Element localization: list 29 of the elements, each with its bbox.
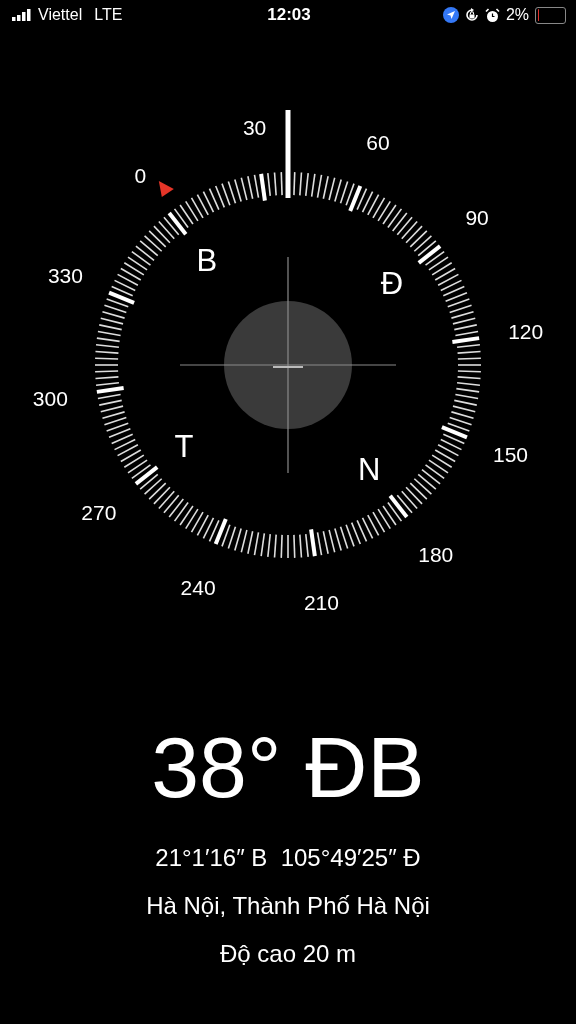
- degree-label: 240: [180, 576, 216, 599]
- heading-reading: 38° ĐB: [151, 722, 425, 812]
- cardinal-direction-label: Đ: [380, 266, 404, 302]
- degree-label: 330: [47, 263, 83, 287]
- battery-percentage: 2%: [505, 6, 529, 24]
- carrier-name: Viettel: [38, 6, 83, 24]
- degree-label: 300: [32, 386, 68, 410]
- alarm-clock-icon: [484, 7, 500, 23]
- degree-label: 270: [81, 501, 117, 525]
- location-name: Hà Nội, Thành Phố Hà Nội: [146, 891, 430, 921]
- cardinal-direction-label: B: [196, 243, 218, 279]
- cardinal-direction-label: T: [174, 428, 194, 464]
- degree-label: 90: [465, 205, 489, 229]
- degree-label: 210: [303, 591, 339, 615]
- cardinal-direction-label: N: [358, 451, 381, 487]
- rotation-lock-icon: [464, 8, 479, 22]
- degree-label: 0: [134, 164, 147, 188]
- network-type: LTE: [94, 6, 123, 24]
- signal-icon: [12, 9, 32, 21]
- degree-label: 180: [418, 542, 454, 566]
- degree-label: 60: [366, 131, 390, 154]
- degree-label: 120: [508, 320, 544, 344]
- degree-label: 30: [242, 115, 267, 139]
- north-marker-icon: [158, 181, 174, 197]
- clock-time: 12:03: [267, 5, 311, 25]
- degree-label: 150: [493, 443, 529, 467]
- altitude-text: Độ cao 20 m: [219, 939, 357, 969]
- battery-icon: [535, 6, 566, 24]
- coordinates-text: 21°1′16″ B 105°49′25″ Đ: [155, 843, 421, 873]
